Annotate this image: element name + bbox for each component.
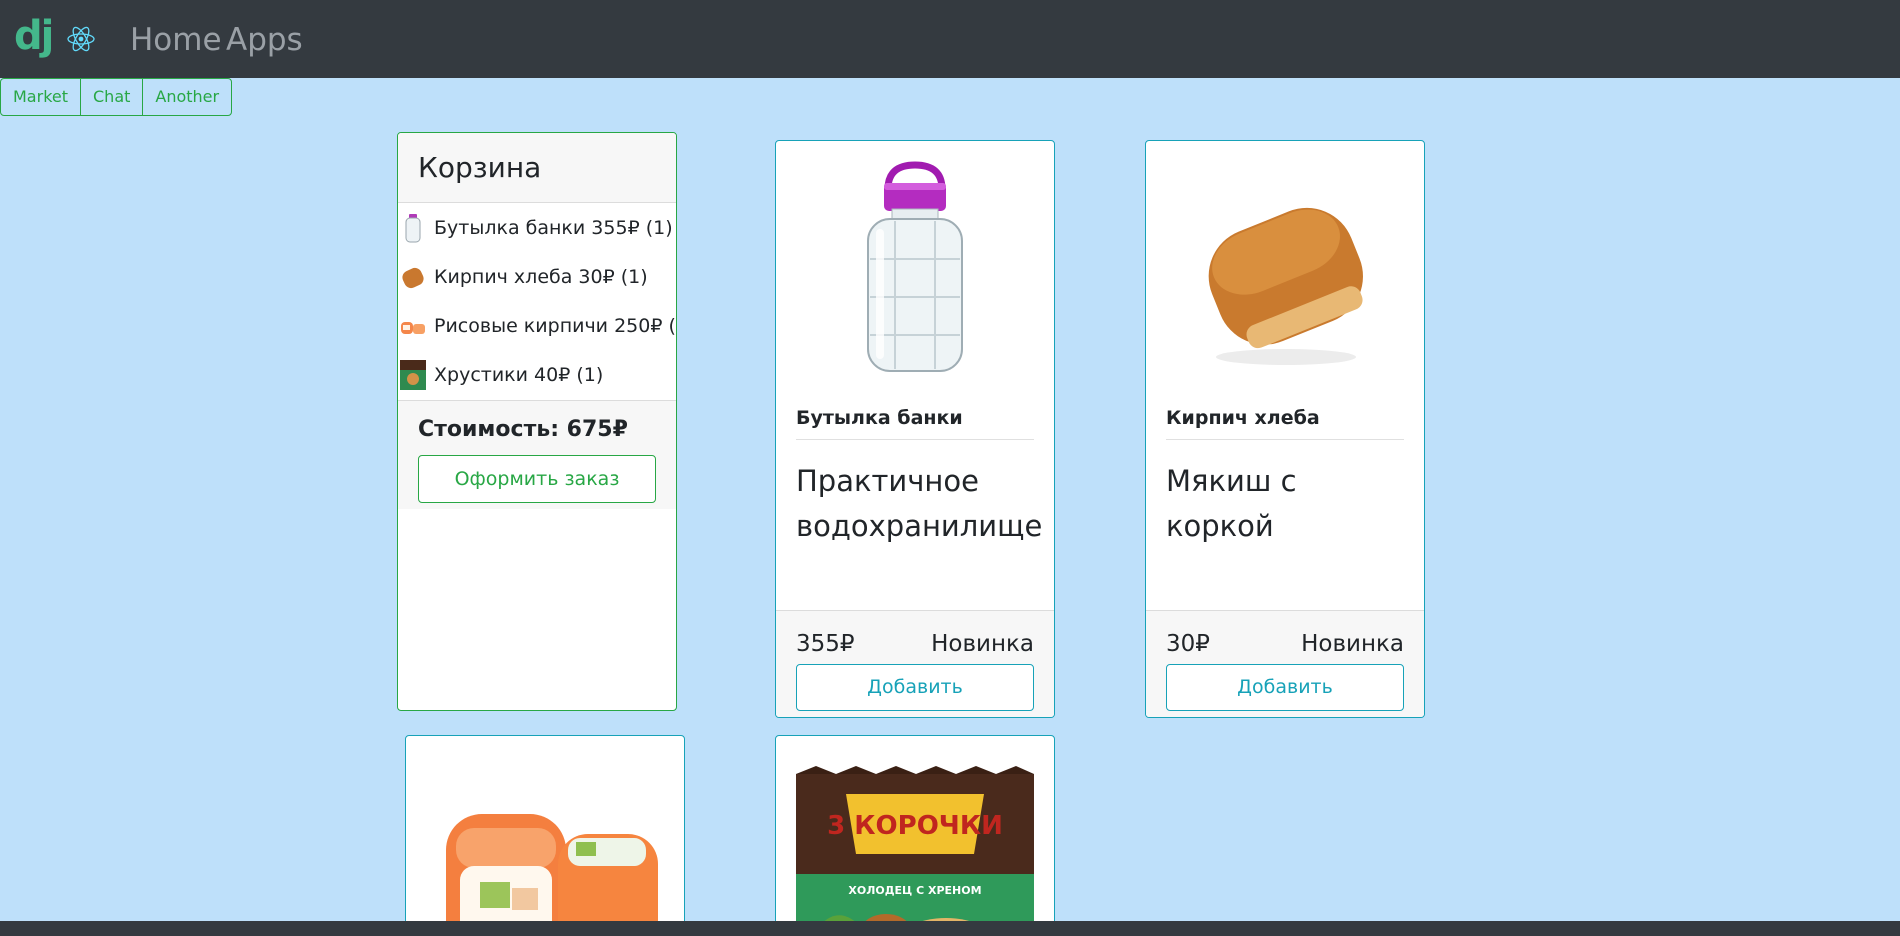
add-to-cart-button[interactable]: Добавить	[796, 664, 1034, 711]
price-row: 355₽ Новинка	[796, 629, 1034, 659]
product-badge: Новинка	[1301, 631, 1404, 657]
django-logo[interactable]: dj	[14, 14, 54, 58]
card-footer: 355₽ Новинка Добавить	[776, 610, 1054, 717]
bag-flavor-text: ХОЛОДЕЦ С ХРЕНОМ	[848, 884, 981, 897]
product-name: Кирпич хлеба	[1166, 407, 1320, 429]
nav-apps-link[interactable]: Apps	[226, 20, 303, 60]
cart-item: Рисовые кирпичи 250₽ (1)	[398, 301, 676, 350]
tab-chat[interactable]: Chat	[81, 79, 144, 115]
product-card: Бутылка банки Практичное водохранилище 3…	[775, 140, 1055, 718]
sushi-thumbnail-icon	[401, 321, 425, 334]
crackers-thumbnail-icon	[400, 359, 426, 390]
product-card	[405, 735, 685, 935]
card-divider	[796, 439, 1034, 440]
nav-home-link[interactable]: Home	[130, 20, 222, 60]
product-card: Кирпич хлеба Мякиш с коркой 30₽ Новинка …	[1145, 140, 1425, 718]
bread-loaf-image	[1208, 207, 1363, 365]
section-button-group: Market Chat Another	[0, 78, 233, 116]
cart-item: Бутылка банки 355₽ (1)	[398, 203, 676, 252]
react-logo-icon[interactable]	[66, 24, 96, 54]
top-navbar: dj Home Apps	[0, 0, 1900, 78]
product-badge: Новинка	[931, 631, 1034, 657]
add-to-cart-button[interactable]: Добавить	[1166, 664, 1404, 711]
cart-panel: Корзина Бутылка банки 355₽ (1) Кирпич хл…	[397, 132, 677, 711]
crackers-bag-image: 3 КОРОЧКИ ХОЛОДЕЦ С ХРЕНОМ	[796, 766, 1034, 934]
cart-total: Стоимость: 675₽	[418, 417, 628, 442]
cart-footer: Стоимость: 675₽ Оформить заказ	[398, 400, 676, 509]
bottom-bar	[0, 921, 1900, 936]
cart-item: Хрустики 40₽ (1)	[398, 350, 676, 399]
cart-item-label: Кирпич хлеба 30₽ (1)	[434, 265, 648, 288]
glass-jar-image	[867, 161, 963, 372]
cart-list: Бутылка банки 355₽ (1) Кирпич хлеба 30₽ …	[398, 203, 676, 399]
cart-item: Кирпич хлеба 30₽ (1)	[398, 252, 676, 301]
jar-thumbnail-icon	[405, 213, 421, 242]
price-row: 30₽ Новинка	[1166, 629, 1404, 659]
cart-item-label: Хрустики 40₽ (1)	[434, 363, 604, 386]
card-divider	[1166, 439, 1404, 440]
sushi-rolls-image	[446, 814, 658, 934]
product-name: Бутылка банки	[796, 407, 963, 429]
product-price: 355₽	[796, 631, 855, 657]
cart-title: Корзина	[398, 133, 676, 203]
checkout-button[interactable]: Оформить заказ	[418, 455, 656, 503]
card-footer: 30₽ Новинка Добавить	[1146, 610, 1424, 717]
bread-thumbnail-icon	[402, 267, 424, 288]
product-description: Мякиш с коркой	[1166, 464, 1297, 543]
product-card: 3 КОРОЧКИ ХОЛОДЕЦ С ХРЕНОМ	[775, 735, 1055, 935]
tab-market[interactable]: Market	[1, 79, 81, 115]
cart-item-label: Рисовые кирпичи 250₽ (1)	[434, 314, 677, 337]
cart-item-label: Бутылка банки 355₽ (1)	[434, 216, 673, 239]
product-price: 30₽	[1166, 631, 1210, 657]
product-description: Практичное водохранилище	[796, 464, 1043, 543]
bag-brand-text: 3 КОРОЧКИ	[827, 811, 1003, 841]
tab-another[interactable]: Another	[143, 79, 231, 115]
